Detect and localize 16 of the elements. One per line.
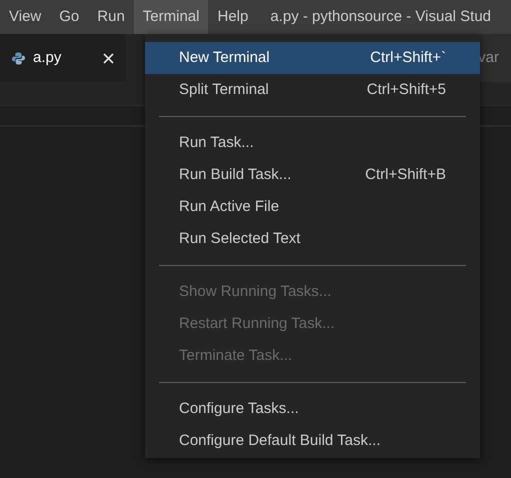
window-title: a.py - pythonsource - Visual Stud bbox=[270, 6, 492, 27]
menu-item[interactable]: Go bbox=[50, 0, 88, 34]
menu-item[interactable]: Run Active File bbox=[145, 191, 480, 223]
menu-item[interactable]: Terminal bbox=[134, 0, 208, 34]
menu-item[interactable]: Help bbox=[208, 0, 258, 34]
python-icon bbox=[12, 52, 25, 64]
menu-item[interactable]: Run Build Task... Ctrl+Shift+B bbox=[145, 159, 480, 191]
editor-tab[interactable]: a.py bbox=[0, 34, 126, 82]
close-icon[interactable] bbox=[103, 52, 114, 64]
menu-item[interactable]: New Terminal Ctrl+Shift+` bbox=[145, 42, 480, 74]
menu-item[interactable]: Run Task... bbox=[145, 127, 480, 159]
menu-item[interactable]: Configure Tasks... bbox=[145, 393, 480, 425]
menu-item[interactable]: Run bbox=[88, 0, 134, 34]
menu-item[interactable]: Run Selected Text bbox=[145, 223, 480, 255]
menu-item[interactable]: View bbox=[0, 0, 50, 34]
menu-item[interactable]: Configure Default Build Task... bbox=[145, 425, 480, 457]
